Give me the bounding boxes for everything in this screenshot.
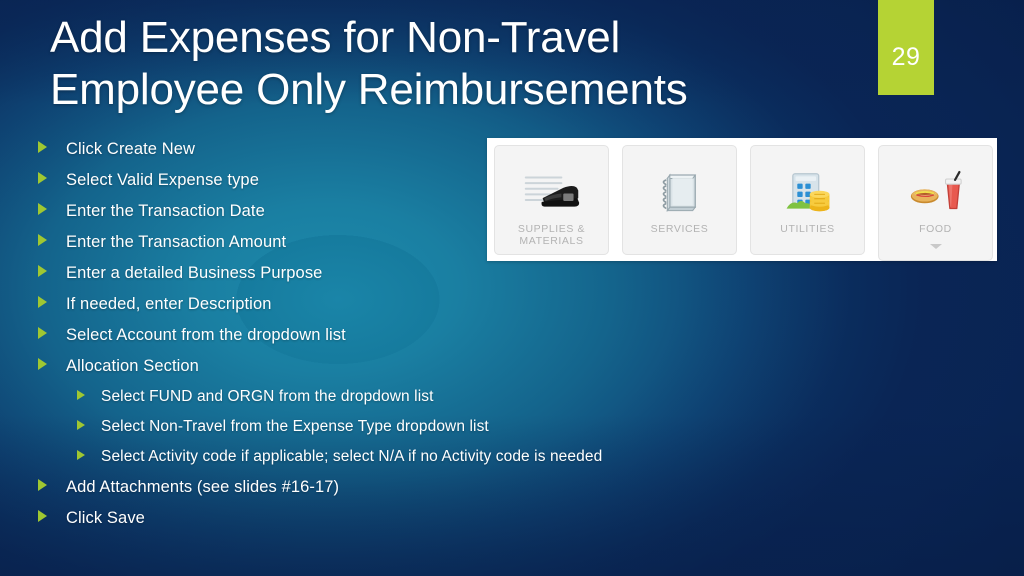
expense-type-card-label: SUPPLIES & MATERIALS xyxy=(517,223,586,247)
bullet-arrow-icon xyxy=(38,510,47,522)
expense-type-card-label: SERVICES xyxy=(650,223,709,235)
chevron-down-icon[interactable] xyxy=(929,244,942,249)
bullet-arrow-icon xyxy=(38,141,47,153)
bullet-item: Select Account from the dropdown list xyxy=(30,326,750,357)
bullet-arrow-icon xyxy=(38,358,47,370)
bullet-text: If needed, enter Description xyxy=(66,295,272,313)
bullet-text: Allocation Section xyxy=(66,357,199,375)
bullet-text: Click Save xyxy=(66,509,145,527)
bullet-item: If needed, enter Description xyxy=(30,295,750,326)
expense-type-card[interactable]: SERVICES xyxy=(622,145,737,255)
bullet-text: Select Non-Travel from the Expense Type … xyxy=(101,418,489,435)
food-drink-icon xyxy=(904,168,968,216)
expense-type-card[interactable]: FOOD xyxy=(878,145,993,261)
bullet-arrow-icon xyxy=(38,296,47,308)
bullet-text: Enter the Transaction Date xyxy=(66,202,265,220)
sub-bullet-item: Select Non-Travel from the Expense Type … xyxy=(30,418,750,448)
bullet-text: Enter the Transaction Amount xyxy=(66,233,287,251)
slide-background: Add Expenses for Non-Travel Employee Onl… xyxy=(0,0,1024,576)
bullet-text: Add Attachments (see slides #16-17) xyxy=(66,478,340,496)
sub-bullet-item: Select Activity code if applicable; sele… xyxy=(30,448,750,478)
bullet-arrow-icon xyxy=(38,172,47,184)
building-coins-icon xyxy=(776,168,840,216)
bullet-arrow-icon xyxy=(77,420,85,430)
bullet-arrow-icon xyxy=(77,450,85,460)
slide-number-text: 29 xyxy=(891,43,921,71)
bullet-text: Click Create New xyxy=(66,140,196,158)
bullet-arrow-icon xyxy=(38,234,47,246)
bullet-text: Select Valid Expense type xyxy=(66,171,259,189)
bullet-text: Select FUND and ORGN from the dropdown l… xyxy=(101,388,434,405)
bullet-arrow-icon xyxy=(38,203,47,215)
bullet-item: Allocation Section xyxy=(30,357,750,388)
expense-type-card[interactable]: UTILITIES xyxy=(750,145,865,255)
expense-card-row: SUPPLIES & MATERIALS SERVICES UTILITIES … xyxy=(494,145,993,261)
bullet-arrow-icon xyxy=(38,327,47,339)
expense-type-card-label: UTILITIES xyxy=(780,223,835,235)
page-title: Add Expenses for Non-Travel Employee Onl… xyxy=(50,13,688,115)
sub-bullet-item: Select FUND and ORGN from the dropdown l… xyxy=(30,388,750,418)
notebook-icon xyxy=(648,168,712,216)
bullet-text: Select Activity code if applicable; sele… xyxy=(101,448,603,465)
expense-type-card[interactable]: SUPPLIES & MATERIALS xyxy=(494,145,609,255)
bullet-text: Select Account from the dropdown list xyxy=(66,326,346,344)
bullet-item: Add Attachments (see slides #16-17) xyxy=(30,478,750,509)
bullet-arrow-icon xyxy=(38,265,47,277)
bullet-arrow-icon xyxy=(38,479,47,491)
expense-type-screenshot-panel: SUPPLIES & MATERIALS SERVICES UTILITIES … xyxy=(487,138,997,261)
bullet-arrow-icon xyxy=(77,390,85,400)
bullet-text: Enter a detailed Business Purpose xyxy=(66,264,323,282)
bullet-item: Enter a detailed Business Purpose xyxy=(30,264,750,295)
slide-number-badge: 29 xyxy=(878,0,934,95)
stapler-icon xyxy=(520,168,584,216)
expense-type-card-label: FOOD xyxy=(919,223,952,235)
bullet-item: Click Save xyxy=(30,509,750,540)
